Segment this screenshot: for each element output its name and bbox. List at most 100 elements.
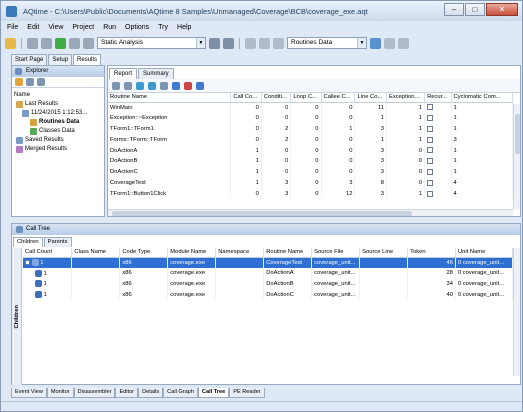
filter-icon[interactable] (273, 37, 284, 49)
col-class-name[interactable]: Class Name (71, 248, 121, 258)
col-callee-count[interactable]: Callee C... (321, 93, 356, 103)
col-namespace[interactable]: Namespace (215, 248, 265, 258)
recursive-checkbox[interactable] (427, 158, 434, 165)
recursive-checkbox[interactable] (427, 136, 434, 143)
col-loop-count[interactable]: Loop C... (290, 93, 322, 103)
tab-editor[interactable]: Editor (115, 388, 139, 398)
tab-disassembler[interactable]: Disassembler (73, 388, 116, 398)
col-recursive[interactable]: Recur... (424, 93, 452, 103)
table-row[interactable]: DoActionA 1 0 0 0 3 0 1 (108, 145, 514, 156)
options-icon[interactable] (41, 37, 52, 49)
area-icon[interactable] (259, 37, 270, 49)
clear-icon[interactable] (384, 37, 395, 49)
call-tree-row[interactable]: 1 x86 coverage.exe CoverageTest coverage_un… (23, 257, 514, 268)
tab-report[interactable]: Report (109, 68, 138, 79)
call-tree-row[interactable]: 1 x86 coverage.exe DoActionA coverage_unit.… (23, 267, 514, 279)
profiler-select[interactable]: Static Analysis ▼ (97, 37, 206, 49)
tree-item-routines-data[interactable]: Routines Data (14, 118, 102, 127)
tab-event-view[interactable]: Event View (11, 388, 47, 398)
col-module-name[interactable]: Module Name (167, 248, 217, 258)
col-cyclomatic[interactable]: Cyclomatic Com... (451, 93, 514, 103)
tab-pe-reader[interactable]: PE Reader (229, 388, 265, 398)
menu-edit[interactable]: Edit (27, 24, 39, 31)
close-button[interactable]: ✕ (486, 3, 518, 16)
recursive-checkbox[interactable] (427, 104, 434, 111)
col-code-type[interactable]: Code Type (119, 248, 169, 258)
stop-icon[interactable] (83, 37, 94, 49)
refresh-icon[interactable] (136, 81, 144, 90)
col-source-line[interactable]: Source Line (359, 248, 409, 258)
open-project-icon[interactable] (5, 37, 16, 49)
col-routine-name[interactable]: Routine Name (263, 248, 313, 258)
tree-item-merged-results[interactable]: Merged Results (14, 145, 102, 154)
maximize-button[interactable]: □ (465, 3, 485, 16)
report-vscroll-thumb[interactable] (515, 114, 520, 154)
call-tree-vertical-scrollbar[interactable] (513, 248, 520, 376)
view-icon[interactable] (370, 37, 381, 49)
report-horizontal-scrollbar[interactable] (108, 209, 513, 216)
trigger-icon[interactable] (245, 37, 256, 49)
col-routine-name[interactable]: Routine Name (108, 93, 232, 103)
recursive-checkbox[interactable] (427, 190, 434, 197)
menu-project[interactable]: Project (72, 24, 94, 31)
pause-icon[interactable] (69, 37, 80, 49)
recursive-checkbox[interactable] (427, 114, 434, 121)
table-row[interactable]: DoActionB 1 0 0 0 3 0 1 (108, 155, 514, 167)
recursive-checkbox[interactable] (427, 168, 434, 175)
tree-item-saved-results[interactable]: Saved Results (14, 136, 102, 145)
tab-setup[interactable]: Setup (48, 54, 73, 65)
tab-monitor[interactable]: Monitor (46, 388, 74, 398)
delete-results-icon[interactable] (37, 78, 45, 86)
tab-call-graph[interactable]: Call Graph (163, 388, 198, 398)
collapse-icon[interactable] (25, 260, 30, 266)
export-icon[interactable] (398, 37, 409, 49)
highlight-icon[interactable] (184, 81, 192, 90)
info-icon[interactable] (196, 81, 204, 90)
tree-item-run[interactable]: 11/24/2015 1:12:53... (14, 109, 102, 118)
menu-run[interactable]: Run (103, 24, 116, 31)
columns-icon[interactable] (124, 81, 132, 90)
table-row[interactable]: Exception::~Exception 0 0 0 0 1 1 1 (108, 112, 514, 124)
tab-results[interactable]: Results (73, 54, 102, 65)
profiler-settings-icon[interactable] (209, 37, 220, 49)
print-icon[interactable] (160, 81, 168, 90)
recursive-checkbox[interactable] (427, 125, 434, 132)
tab-summary[interactable]: Summary (138, 68, 174, 79)
col-call-count[interactable]: Call Count (23, 248, 73, 258)
title-bar[interactable]: AQtime - C:\Users\Public\Documents\AQtim… (1, 1, 522, 21)
col-source-file[interactable]: Source File (311, 248, 361, 258)
minimize-button[interactable]: – (444, 3, 464, 16)
menu-help[interactable]: Help (177, 24, 191, 31)
tree-item-classes-data[interactable]: Classes Data (14, 127, 102, 136)
compare-icon[interactable] (148, 81, 156, 90)
table-row[interactable]: WinMain 0 0 0 0 11 1 1 (108, 102, 514, 113)
menu-try[interactable]: Try (158, 24, 168, 31)
col-token[interactable]: Token (407, 248, 456, 258)
col-call-count[interactable]: Call Co... (230, 93, 262, 103)
menu-options[interactable]: Options (125, 24, 149, 31)
recursive-checkbox[interactable] (427, 147, 434, 154)
tab-details[interactable]: Details (138, 388, 164, 398)
tree-item-last-results[interactable]: Last Results (14, 100, 102, 109)
table-row[interactable]: TForm1::Button1Click 0 3 0 12 3 1 4 (108, 188, 514, 200)
report-vertical-scrollbar[interactable] (513, 104, 520, 209)
tab-start-page[interactable]: Start Page (11, 54, 48, 65)
menu-view[interactable]: View (48, 24, 63, 31)
table-row[interactable]: DoActionC 1 0 0 0 3 0 1 (108, 166, 514, 178)
report-hscroll-thumb[interactable] (112, 211, 412, 216)
col-unit-name[interactable]: Unit Name (455, 248, 514, 258)
tab-call-tree[interactable]: Call Tree (197, 388, 230, 398)
run-icon[interactable] (55, 37, 66, 49)
col-conditions[interactable]: Conditi... (261, 93, 292, 103)
menu-file[interactable]: File (7, 24, 18, 31)
tab-parents[interactable]: Parents (43, 237, 72, 247)
col-exception[interactable]: Exception... (386, 93, 426, 103)
save-icon[interactable] (27, 37, 38, 49)
table-row[interactable]: CoverageTest 1 3 0 3 8 0 4 (108, 177, 514, 189)
tab-children[interactable]: Children (13, 237, 43, 247)
results-view-select[interactable]: Routines Data ▼ (287, 37, 367, 49)
save-results-icon[interactable] (26, 78, 34, 86)
table-row[interactable]: Forms::TForm::TForm 0 2 0 0 1 1 3 (108, 134, 514, 146)
col-line-count[interactable]: Line Co... (354, 93, 388, 103)
attach-icon[interactable] (223, 37, 234, 49)
